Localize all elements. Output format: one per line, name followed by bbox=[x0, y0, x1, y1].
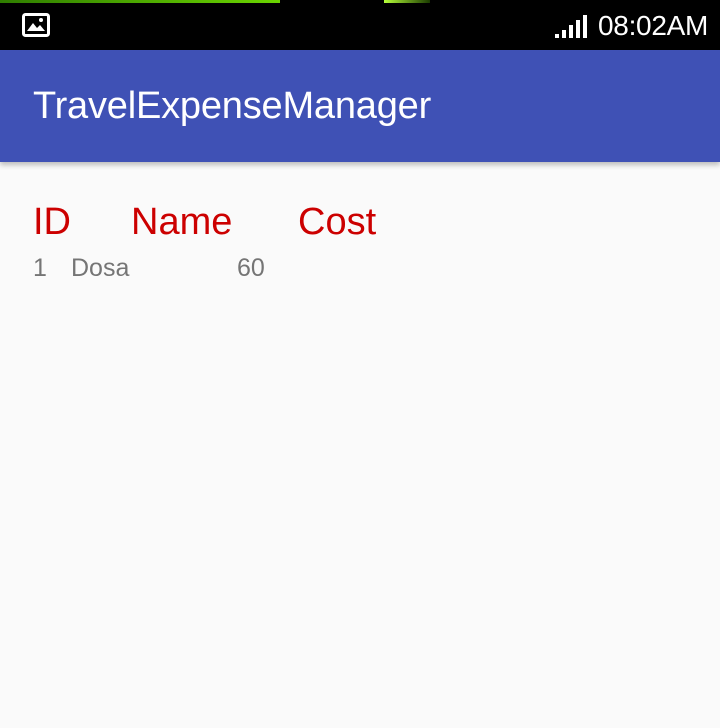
row-cost-cell: 60 bbox=[237, 254, 265, 282]
status-clock: 08:02AM bbox=[598, 10, 708, 41]
gallery-notification-icon bbox=[22, 13, 50, 37]
row-name-cell: Dosa bbox=[71, 254, 130, 282]
status-progress-line bbox=[384, 0, 430, 3]
app-title: TravelExpenseManager bbox=[33, 85, 432, 127]
signal-strength-icon bbox=[555, 15, 587, 38]
row-id-cell: 1 bbox=[33, 254, 47, 282]
column-header-name: Name bbox=[131, 201, 233, 243]
status-bar: 08:02AM bbox=[0, 0, 720, 50]
screen: 08:02AM TravelExpenseManager ID Name Cos… bbox=[0, 0, 720, 728]
column-header-cost: Cost bbox=[298, 201, 377, 243]
status-progress-line bbox=[0, 0, 280, 3]
app-bar: TravelExpenseManager bbox=[0, 50, 720, 162]
column-header-id: ID bbox=[33, 201, 71, 243]
